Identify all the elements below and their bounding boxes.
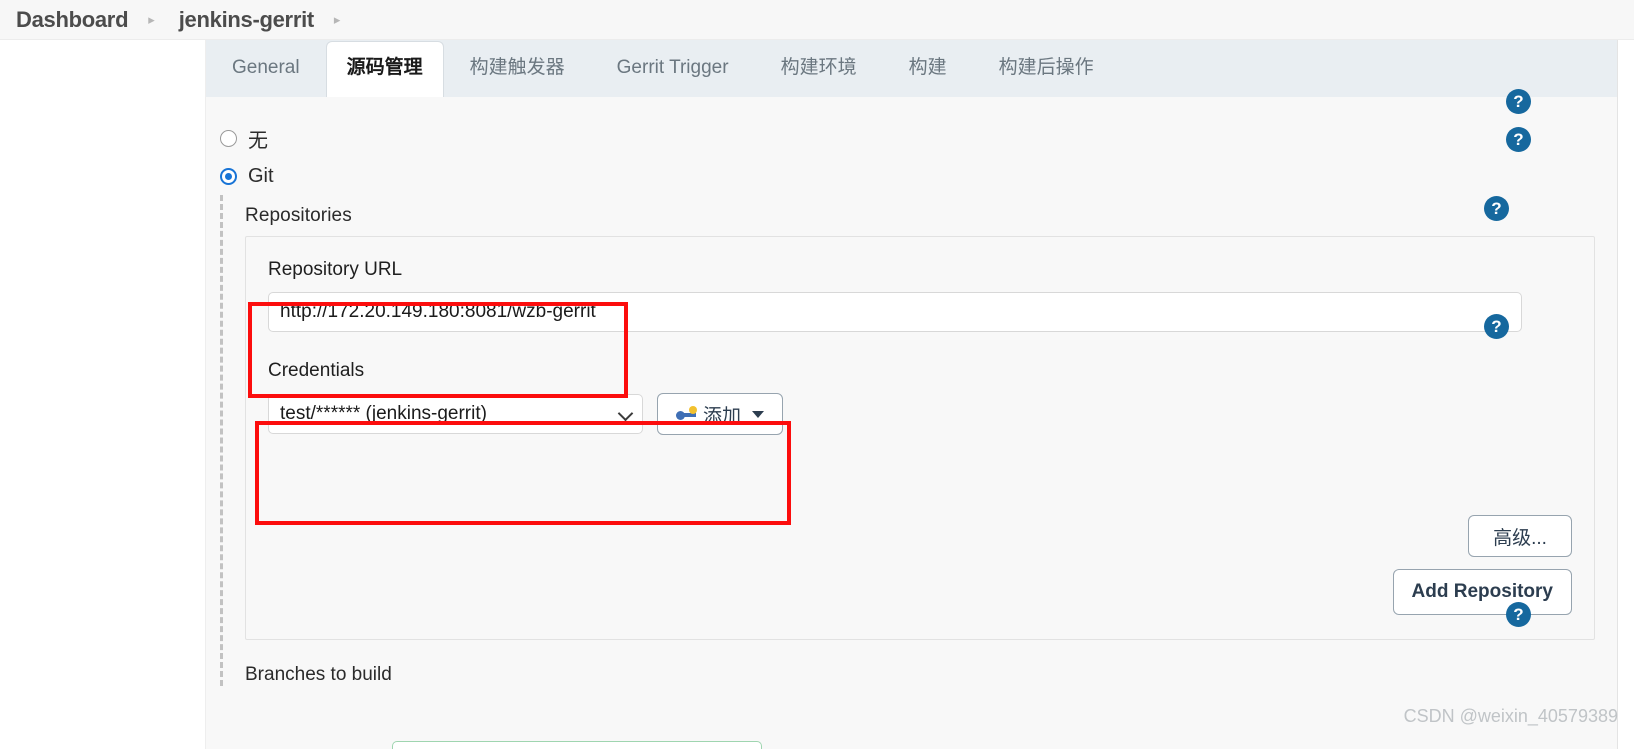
git-scm-section: Repositories Repository URL Credentials … (220, 195, 1617, 686)
main-panel: General 源码管理 构建触发器 Gerrit Trigger 构建环境 构… (205, 40, 1618, 749)
config-tabbar: General 源码管理 构建触发器 Gerrit Trigger 构建环境 构… (206, 40, 1617, 98)
caret-down-icon (752, 410, 765, 418)
credentials-field-group: Credentials test/****** (jenkins-gerrit)… (268, 360, 1572, 435)
repository-action-buttons: 高级... Add Repository (1392, 515, 1572, 615)
right-gutter (1619, 40, 1634, 749)
credentials-select-wrap: test/****** (jenkins-gerrit) (268, 394, 643, 434)
credentials-label: Credentials (268, 360, 365, 381)
add-credentials-button[interactable]: 添加 (657, 393, 784, 435)
help-icon-credentials[interactable]: ? (1484, 314, 1509, 339)
chevron-right-icon: ▸ (148, 11, 155, 27)
tab-build-environment[interactable]: 构建环境 (755, 41, 883, 97)
left-gutter (0, 40, 205, 749)
tab-build-triggers[interactable]: 构建触发器 (444, 41, 591, 97)
repository-box: Repository URL Credentials test/****** (… (245, 236, 1595, 640)
repository-url-input[interactable] (268, 292, 1522, 332)
page-body: General 源码管理 构建触发器 Gerrit Trigger 构建环境 构… (0, 40, 1634, 749)
scm-option-git-row[interactable]: Git (206, 157, 1617, 195)
tab-general[interactable]: General (206, 41, 326, 97)
watermark: CSDN @weixin_40579389 (1403, 706, 1618, 726)
tab-build[interactable]: 构建 (883, 41, 973, 97)
help-icon-branches[interactable]: ? (1506, 602, 1531, 627)
credentials-select[interactable]: test/****** (jenkins-gerrit) (268, 394, 643, 434)
credentials-row: test/****** (jenkins-gerrit) 添加 (268, 393, 1572, 435)
radio-scm-git[interactable] (220, 167, 237, 185)
radio-scm-git-label: Git (248, 164, 274, 187)
add-repository-button[interactable]: Add Repository (1392, 569, 1572, 615)
help-icon-git[interactable]: ? (1506, 89, 1531, 114)
tab-post-build-actions[interactable]: 构建后操作 (973, 41, 1120, 97)
breadcrumb-item-job[interactable]: jenkins-gerrit (173, 7, 320, 33)
scm-option-none-row[interactable]: 无 (206, 119, 1617, 157)
help-icon-repository-url[interactable]: ? (1484, 196, 1509, 221)
key-icon (676, 406, 697, 421)
radio-scm-none-label: 无 (248, 129, 268, 152)
breadcrumb: Dashboard ▸ jenkins-gerrit ▸ (0, 0, 1634, 40)
help-icon-repositories[interactable]: ? (1506, 127, 1531, 152)
repository-url-field-group: Repository URL (268, 259, 1572, 332)
tab-source-code-management[interactable]: 源码管理 (325, 41, 444, 98)
branch-specifier-row (392, 741, 762, 749)
breadcrumb-item-dashboard[interactable]: Dashboard (10, 7, 134, 33)
add-credentials-button-label: 添加 (703, 405, 742, 427)
chevron-right-icon-2: ▸ (333, 11, 341, 27)
key-dot-icon (689, 406, 697, 414)
branches-to-build-label: Branches to build (245, 664, 392, 685)
scm-content: 无 Git Repositories Repository URL Creden… (206, 89, 1617, 749)
tab-gerrit-trigger[interactable]: Gerrit Trigger (591, 41, 755, 97)
repositories-title: Repositories (245, 205, 352, 226)
advanced-button[interactable]: 高级... (1468, 515, 1572, 557)
radio-scm-none[interactable] (220, 129, 237, 147)
repository-url-label: Repository URL (268, 259, 403, 280)
